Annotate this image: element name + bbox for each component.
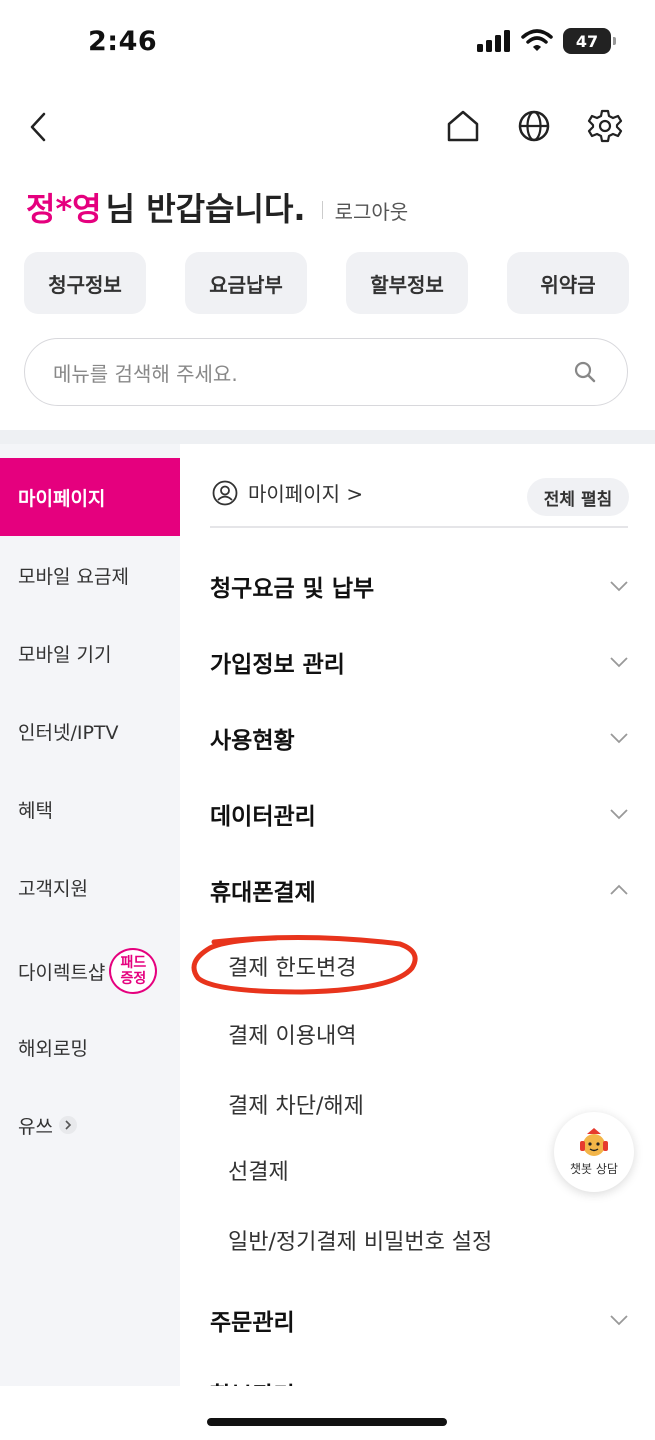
- menu-content: 마이페이지 > 전체 펼침 청구요금 및 납부 가입정보 관리 사용현황 데이터…: [180, 444, 655, 1386]
- pad-badge-line2: 증정: [120, 971, 147, 987]
- bottom-area: [0, 1386, 655, 1440]
- sidebar-item-label: 인터넷/IPTV: [18, 721, 119, 744]
- wifi-icon: [521, 29, 553, 51]
- chevron-up-icon: [608, 879, 630, 901]
- section-phone-payment[interactable]: 휴대폰결제: [210, 858, 630, 922]
- chatbot-character-icon: [580, 1127, 608, 1156]
- pad-badge-line1: 패드: [120, 955, 147, 971]
- sidebar-item-benefits[interactable]: 혜택: [0, 770, 180, 848]
- status-icons: 47: [477, 28, 616, 54]
- sidebar-item-youth[interactable]: 유쓰: [0, 1086, 180, 1164]
- section-divider: [0, 430, 655, 444]
- menu-search-input[interactable]: 메뉴를 검색해 주세요.: [24, 338, 628, 406]
- sidebar-item-label: 모바일 기기: [18, 643, 112, 666]
- chevron-down-icon: [608, 1309, 630, 1331]
- submenu-payment-history[interactable]: 결제 이용내역: [228, 1006, 356, 1062]
- submenu-payment-limit-change[interactable]: 결제 한도변경: [228, 938, 356, 994]
- home-icon: [447, 110, 479, 142]
- sidebar-item-roaming[interactable]: 해외로밍: [0, 1008, 180, 1086]
- sidebar-item-label: 유쓰: [18, 1115, 53, 1138]
- section-title-cutoff: 할부관리: [210, 1376, 295, 1386]
- globe-icon: [518, 110, 550, 142]
- chevron-down-icon: [608, 803, 630, 825]
- sidebar-item-label: 혜택: [18, 799, 53, 822]
- status-bar: 2:46 47: [0, 0, 655, 84]
- sidebar-item-label: 다이렉트샵: [18, 961, 106, 984]
- sidebar-item-label: 마이페이지: [18, 487, 106, 510]
- top-nav: [0, 96, 655, 160]
- submenu-payment-block[interactable]: 결제 차단/해제: [228, 1076, 364, 1132]
- chevron-down-icon: [608, 727, 630, 749]
- sidebar-item-internet-iptv[interactable]: 인터넷/IPTV: [0, 692, 180, 770]
- sidebar-item-direct-shop[interactable]: 다이렉트샵 패드 증정: [0, 932, 180, 1010]
- sidebar-item-label: 고객지원: [18, 877, 88, 900]
- back-button[interactable]: [18, 102, 58, 152]
- battery-icon: 47: [563, 28, 616, 54]
- section-billing[interactable]: 청구요금 및 납부: [210, 554, 630, 618]
- sidebar-item-label: 해외로밍: [18, 1037, 88, 1060]
- expand-all-button[interactable]: 전체 펼침: [527, 478, 629, 516]
- submenu-payment-password[interactable]: 일반/정기결제 비밀번호 설정: [228, 1212, 492, 1268]
- home-button[interactable]: [441, 104, 485, 148]
- section-usage[interactable]: 사용현황: [210, 706, 630, 770]
- section-title: 사용현황: [210, 728, 295, 754]
- quick-menu: 청구정보 요금납부 할부정보 위약금: [24, 252, 629, 314]
- payment-button[interactable]: 요금납부: [185, 252, 307, 314]
- section-title: 청구요금 및 납부: [210, 576, 375, 602]
- category-sidebar: 마이페이지 모바일 요금제 모바일 기기 인터넷/IPTV 혜택 고객지원 다이…: [0, 444, 180, 1386]
- chatbot-button[interactable]: 챗봇 상담: [554, 1112, 634, 1192]
- penalty-button[interactable]: 위약금: [507, 252, 629, 314]
- pad-gift-badge: 패드 증정: [109, 948, 158, 994]
- sidebar-item-mobile-plan[interactable]: 모바일 요금제: [0, 536, 180, 614]
- section-data[interactable]: 데이터관리: [210, 782, 630, 846]
- submenu-prepayment[interactable]: 선결제: [228, 1142, 289, 1198]
- greeting-text: 님 반갑습니다.: [105, 190, 306, 228]
- status-time: 2:46: [88, 26, 158, 57]
- sidebar-item-label: 모바일 요금제: [18, 565, 129, 588]
- breadcrumb-label: 마이페이지 >: [248, 482, 364, 506]
- user-circle-icon: [212, 480, 238, 505]
- section-title: 가입정보 관리: [210, 652, 345, 678]
- user-name: 정*영: [26, 190, 102, 228]
- section-title: 휴대폰결제: [210, 880, 316, 906]
- installment-info-button[interactable]: 할부정보: [346, 252, 468, 314]
- billing-info-button[interactable]: 청구정보: [24, 252, 146, 314]
- mypage-breadcrumb[interactable]: 마이페이지 >: [212, 478, 363, 507]
- sidebar-item-mobile-device[interactable]: 모바일 기기: [0, 614, 180, 692]
- home-indicator[interactable]: [207, 1418, 447, 1426]
- chevron-left-icon: [30, 112, 46, 142]
- settings-button[interactable]: [583, 104, 627, 148]
- section-order[interactable]: 주문관리: [210, 1288, 630, 1352]
- signal-icon: [477, 30, 510, 52]
- section-title: 주문관리: [210, 1310, 295, 1336]
- greeting-divider: [321, 201, 323, 219]
- logout-link[interactable]: 로그아웃: [335, 196, 409, 225]
- greeting: 정*영 님 반갑습니다. 로그아웃: [26, 184, 408, 230]
- sidebar-item-mypage[interactable]: 마이페이지: [0, 458, 180, 536]
- section-subscription[interactable]: 가입정보 관리: [210, 630, 630, 694]
- chevron-down-icon: [608, 651, 630, 673]
- section-title: 데이터관리: [210, 804, 316, 830]
- chevron-down-icon: [608, 575, 630, 597]
- language-button[interactable]: [512, 104, 556, 148]
- gear-icon: [587, 109, 623, 143]
- search-icon[interactable]: [571, 358, 599, 386]
- chevron-right-icon: [58, 1116, 77, 1134]
- battery-level: 47: [575, 31, 599, 51]
- divider: [210, 526, 628, 528]
- chatbot-label: 챗봇 상담: [570, 1161, 618, 1176]
- search-placeholder: 메뉴를 검색해 주세요.: [53, 361, 238, 386]
- sidebar-item-support[interactable]: 고객지원: [0, 848, 180, 926]
